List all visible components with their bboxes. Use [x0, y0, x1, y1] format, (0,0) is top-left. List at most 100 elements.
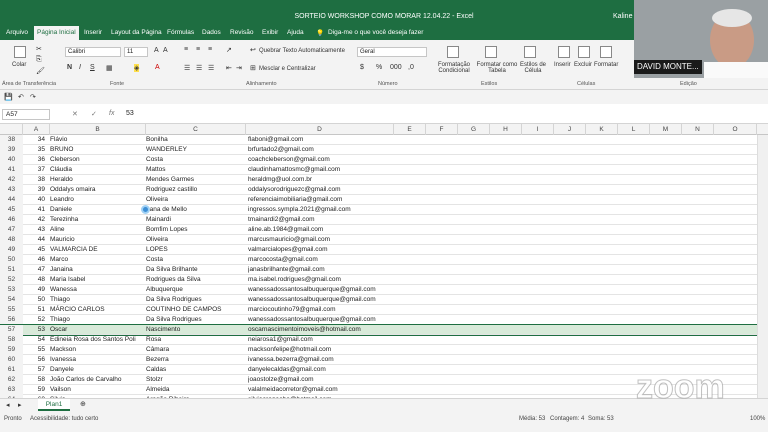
cell-first-name[interactable]: Aline — [50, 225, 146, 235]
row-number[interactable]: 60 — [0, 355, 23, 365]
row-number[interactable]: 53 — [0, 285, 23, 295]
cell-last-name[interactable]: Almeida — [146, 385, 246, 395]
align-top-icon[interactable]: ≡ — [184, 46, 188, 53]
align-center-icon[interactable]: ☰ — [196, 64, 202, 72]
borders-icon[interactable]: ▦ — [106, 64, 113, 72]
row-number[interactable]: 40 — [0, 155, 23, 165]
column-header[interactable]: D — [246, 124, 394, 135]
row-number[interactable]: 63 — [0, 385, 23, 395]
fill-color-icon[interactable]: ◈ — [134, 64, 140, 72]
cell-last-name[interactable]: Bomfim Lopes — [146, 225, 246, 235]
user-name[interactable]: Kaline — [613, 13, 632, 20]
cell-number[interactable]: 45 — [35, 245, 45, 255]
tab-dados[interactable]: Dados — [202, 29, 221, 36]
row-number[interactable]: 49 — [0, 245, 23, 255]
cell-number[interactable]: 41 — [35, 205, 45, 215]
table-row[interactable]: 52 48 Maria Isabel Rodrigues da Silva ma.isa… — [0, 275, 757, 285]
cell-email[interactable]: oscarnascimentoimoveis@hotmail.com — [248, 325, 396, 335]
cell-first-name[interactable]: João Carlos de Carvalho — [50, 375, 146, 385]
table-row[interactable]: 39 35 BRUNO WANDERLEY brfurtado2@gmail.com — [0, 145, 757, 155]
cell-email[interactable]: janasbrilhante@gmail.com — [248, 265, 396, 275]
format-table-button[interactable]: Formatar como Tabela — [474, 62, 520, 74]
number-format-select[interactable]: Geral — [357, 47, 427, 57]
undo-icon[interactable]: ↶ — [18, 93, 24, 101]
cell-last-name[interactable]: Caldas — [146, 365, 246, 375]
merge-center-button[interactable]: Mesclar e Centralizar — [259, 66, 316, 72]
tab-ajuda[interactable]: Ajuda — [287, 29, 304, 36]
cell-email[interactable]: marcusmauricio@gmail.com — [248, 235, 396, 245]
table-row[interactable]: 45 41 Daniele Lana de Mello ingressos.sympla… — [0, 205, 757, 215]
column-header[interactable]: J — [554, 124, 586, 135]
row-number[interactable]: 51 — [0, 265, 23, 275]
cell-number[interactable]: 37 — [35, 165, 45, 175]
decrease-font-icon[interactable]: A — [163, 47, 168, 54]
row-number[interactable]: 57 — [0, 325, 23, 335]
cell-email[interactable]: oddalysorodriguezc@gmail.com — [248, 185, 396, 195]
cell-last-name[interactable]: Oliveira — [146, 195, 246, 205]
wrap-text-button[interactable]: Quebrar Texto Automaticamente — [259, 48, 345, 54]
row-number[interactable]: 52 — [0, 275, 23, 285]
tab-revisao[interactable]: Revisão — [230, 29, 253, 36]
cell-first-name[interactable]: Danyele — [50, 365, 146, 375]
increase-font-icon[interactable]: A — [154, 47, 159, 54]
cell-email[interactable]: marciocoutinho79@gmail.com — [248, 305, 396, 315]
underline-icon[interactable]: S — [90, 64, 95, 71]
row-number[interactable]: 62 — [0, 375, 23, 385]
column-header[interactable]: H — [490, 124, 522, 135]
table-row[interactable]: 51 47 Janaina Da Silva Brilhante janasbrilha… — [0, 265, 757, 275]
align-right-icon[interactable]: ☰ — [208, 64, 214, 72]
cell-last-name[interactable]: Da Silva Rodrigues — [146, 315, 246, 325]
sheet-tab-plan1[interactable]: Plan1 — [38, 399, 70, 411]
cell-first-name[interactable]: Oscar — [50, 325, 146, 335]
cell-last-name[interactable]: Da Silva Brilhante — [146, 265, 246, 275]
cell-email[interactable]: valalmeidacorretor@gmail.com — [248, 385, 396, 395]
cell-email[interactable]: wanessadossantosalbuquerque@gmail.com — [248, 285, 396, 295]
cell-styles-icon[interactable] — [524, 46, 536, 58]
name-box[interactable]: A57 — [2, 109, 50, 120]
add-sheet-icon[interactable]: ⊕ — [80, 400, 86, 408]
row-number[interactable]: 43 — [0, 185, 23, 195]
cell-email[interactable]: heraldmg@uol.com.br — [248, 175, 396, 185]
cell-last-name[interactable]: Câmara — [146, 345, 246, 355]
cell-last-name[interactable]: Albuquerque — [146, 285, 246, 295]
column-header[interactable]: L — [618, 124, 650, 135]
cell-first-name[interactable]: Mauricio — [50, 235, 146, 245]
cell-number[interactable]: 46 — [35, 255, 45, 265]
cell-email[interactable]: ma.isabel.rodrigues@gmail.com — [248, 275, 396, 285]
row-number[interactable]: 56 — [0, 315, 23, 325]
cell-last-name[interactable]: Bonilha — [146, 135, 246, 145]
prev-sheet-icon[interactable]: ◂ — [6, 401, 10, 409]
cell-last-name[interactable]: Rodrigues da Silva — [146, 275, 246, 285]
insert-function-icon[interactable]: fx — [109, 110, 114, 117]
cell-first-name[interactable]: Flávio — [50, 135, 146, 145]
cell-number[interactable]: 39 — [35, 185, 45, 195]
delete-cells-button[interactable]: Excluir — [574, 62, 592, 68]
increase-indent-icon[interactable]: ⇥ — [236, 64, 242, 72]
cell-last-name[interactable]: Mainardi — [146, 215, 246, 225]
cancel-icon[interactable]: ✕ — [72, 110, 78, 118]
cell-number[interactable]: 53 — [35, 325, 45, 335]
row-number[interactable]: 41 — [0, 165, 23, 175]
cell-number[interactable]: 35 — [35, 145, 45, 155]
align-middle-icon[interactable]: ≡ — [196, 46, 200, 53]
cell-email[interactable]: ivanessa.bezerra@gmail.com — [248, 355, 396, 365]
cell-email[interactable]: tmainardi2@gmail.com — [248, 215, 396, 225]
copy-icon[interactable]: ⎘ — [36, 56, 42, 64]
row-number[interactable]: 44 — [0, 195, 23, 205]
table-row[interactable]: 40 36 Cleberson Costa coachcleberson@gmail.c… — [0, 155, 757, 165]
table-row[interactable]: 50 46 Marco Costa marcocosta@gmail.com — [0, 255, 757, 265]
cell-first-name[interactable]: Cleberson — [50, 155, 146, 165]
cond-format-icon[interactable] — [447, 46, 459, 58]
tab-inserir[interactable]: Inserir — [84, 29, 102, 36]
cell-number[interactable]: 54 — [35, 335, 45, 345]
cell-first-name[interactable]: Vailson — [50, 385, 146, 395]
table-row[interactable]: 47 43 Aline Bomfim Lopes aline.ab.1984@gmail… — [0, 225, 757, 235]
cell-first-name[interactable]: Terezinha — [50, 215, 146, 225]
row-number[interactable]: 47 — [0, 225, 23, 235]
row-number[interactable]: 39 — [0, 145, 23, 155]
merge-icon[interactable]: ⊞ — [250, 64, 256, 72]
cond-format-button[interactable]: Formatação Condicional — [436, 62, 472, 74]
cell-number[interactable]: 44 — [35, 235, 45, 245]
column-header[interactable]: E — [394, 124, 426, 135]
column-header[interactable]: G — [458, 124, 490, 135]
